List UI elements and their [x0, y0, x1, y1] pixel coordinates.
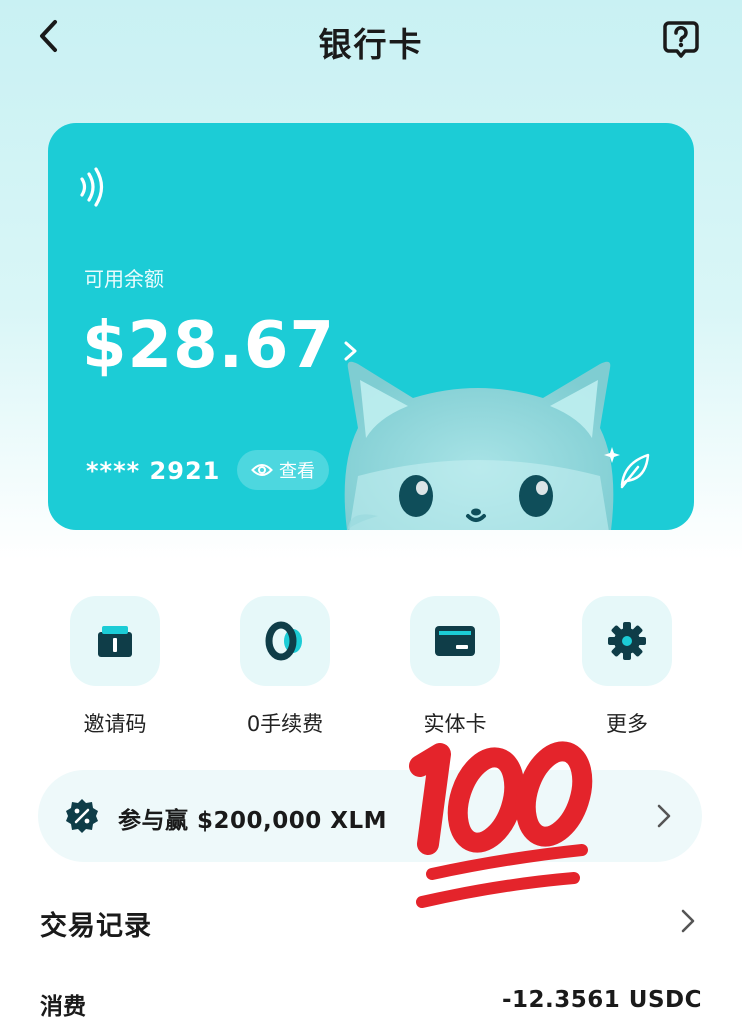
- masked-card-number: **** 2921: [86, 457, 221, 485]
- quick-action-label: 邀请码: [83, 712, 147, 736]
- physical-card-button[interactable]: [410, 596, 500, 686]
- help-button[interactable]: [660, 18, 702, 60]
- gear-icon: [608, 622, 646, 660]
- help-icon: [663, 21, 699, 58]
- gift-icon: [98, 626, 132, 657]
- quick-action-invite[interactable]: 邀请码: [70, 596, 160, 738]
- transaction-type: 消费: [40, 994, 86, 1020]
- transaction-history-header[interactable]: 交易记录: [38, 900, 702, 946]
- page-title: 银行卡: [318, 25, 424, 64]
- chevron-right-icon: [681, 909, 695, 933]
- view-label: 查看: [279, 461, 315, 482]
- discount-badge-icon: [66, 799, 98, 833]
- balance-label: 可用余额: [84, 267, 164, 291]
- card-icon: [435, 626, 475, 656]
- more-button[interactable]: [582, 596, 672, 686]
- quick-action-physical-card[interactable]: 实体卡: [410, 596, 500, 738]
- transaction-amount: -12.3561 USDC: [501, 987, 702, 1013]
- app-header: 银行卡: [0, 0, 742, 80]
- promo-banner[interactable]: 参与赢 $200,000 XLM: [38, 770, 702, 862]
- zero-fee-icon: [265, 621, 302, 661]
- promo-text: 参与赢 $200,000 XLM: [118, 808, 388, 834]
- view-card-button[interactable]: 查看: [237, 450, 329, 490]
- invite-code-button[interactable]: [70, 596, 160, 686]
- eye-icon: [251, 464, 273, 476]
- quick-action-label: 0手续费: [246, 712, 324, 736]
- transaction-row[interactable]: 消费 -12.3561 USDC: [38, 985, 702, 1023]
- transaction-history-title: 交易记录: [40, 911, 152, 942]
- cat-mascot-illustration: [344, 361, 614, 530]
- contactless-icon: [80, 167, 104, 207]
- sparkle-leaf-icon: [604, 447, 650, 489]
- quick-action-zero-fee[interactable]: 0手续费: [240, 596, 330, 738]
- zero-fee-button[interactable]: [240, 596, 330, 686]
- hundred-points-emoji-icon: [409, 741, 593, 908]
- bank-card[interactable]: 可用余额 $28.67 **** 2921 查看: [48, 123, 694, 530]
- quick-action-more[interactable]: 更多: [582, 596, 672, 738]
- chevron-right-icon: [657, 804, 671, 828]
- balance-amount: $28.67: [82, 309, 335, 383]
